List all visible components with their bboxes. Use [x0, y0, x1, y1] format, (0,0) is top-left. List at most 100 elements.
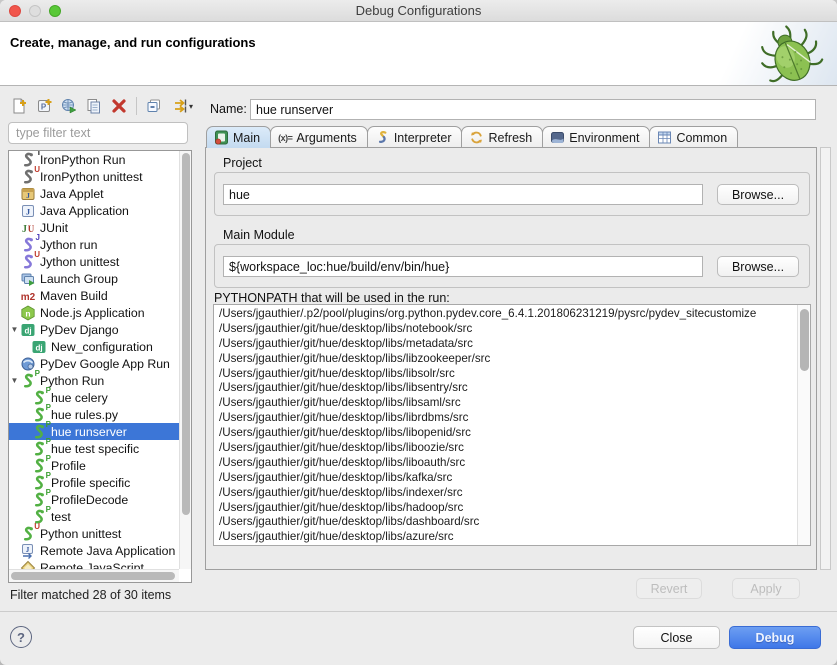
tab-refresh[interactable]: Refresh	[461, 126, 543, 148]
svg-text:J: J	[22, 224, 27, 235]
tree-item-pydev-django[interactable]: ▼djPyDev Django	[9, 321, 179, 338]
tree-item-java-application[interactable]: JJava Application	[9, 202, 179, 219]
project-browse-button[interactable]: Browse...	[717, 184, 799, 205]
python-green-icon: P	[31, 475, 47, 491]
tree-vertical-scrollbar[interactable]	[179, 151, 191, 569]
python-green-icon: P	[31, 407, 47, 423]
tree-item-node-js-application[interactable]: nNode.js Application	[9, 304, 179, 321]
pythonpath-entry[interactable]: /Users/jgauthier/git/hue/desktop/libs/no…	[214, 321, 797, 336]
tree-item-profile-specific[interactable]: PProfile specific	[9, 474, 179, 491]
tree-item-python-unittest[interactable]: UPython unittest	[9, 525, 179, 542]
tree-item-remote-java-application[interactable]: JRemote Java Application	[9, 542, 179, 559]
svg-text:n: n	[25, 308, 30, 318]
django-icon: dj	[31, 339, 47, 355]
toolbar-separator	[136, 97, 137, 115]
tree-item-java-applet[interactable]: JJava Applet	[9, 185, 179, 202]
svg-text:U: U	[28, 224, 35, 234]
new-configuration-button[interactable]	[8, 96, 30, 117]
tree-item-hue-celery[interactable]: Phue celery	[9, 389, 179, 406]
header-title: Create, manage, and run configurations	[10, 35, 256, 50]
tree-item-hue-rules-py[interactable]: Phue rules.py	[9, 406, 179, 423]
filter-input[interactable]	[8, 122, 188, 144]
expand-arrow-icon[interactable]: ▼	[9, 325, 20, 334]
configurations-toolbar: P▾	[8, 94, 198, 118]
pythonpath-entry[interactable]: /Users/jgauthier/git/hue/desktop/libs/da…	[214, 514, 797, 529]
delete-button[interactable]	[108, 96, 130, 117]
filter-status: Filter matched 28 of 30 items	[10, 588, 171, 602]
name-input[interactable]	[250, 99, 816, 120]
tab-environment[interactable]: Environment	[542, 126, 650, 148]
pythonpath-entry[interactable]: /Users/jgauthier/git/hue/desktop/libs/li…	[214, 410, 797, 425]
apply-button[interactable]: Apply	[732, 578, 800, 599]
java-applet-icon: J	[20, 186, 36, 202]
pythonpath-entry[interactable]: /Users/jgauthier/git/hue/desktop/libs/ha…	[214, 500, 797, 515]
pythonpath-list: /Users/jgauthier/.p2/pool/plugins/org.py…	[213, 304, 811, 546]
tree-item-launch-group[interactable]: Launch Group	[9, 270, 179, 287]
tab-interpreter[interactable]: Interpreter	[367, 126, 463, 148]
pythonpath-entry[interactable]: /Users/jgauthier/git/hue/desktop/libs/li…	[214, 351, 797, 366]
pythonpath-entry[interactable]: /Users/jgauthier/git/hue/desktop/libs/li…	[214, 366, 797, 381]
svg-text:m2: m2	[21, 292, 36, 303]
python-green-icon: P	[31, 492, 47, 508]
tree-item-new-configuration[interactable]: djNew_configuration	[9, 338, 179, 355]
python-green-icon: P	[31, 390, 47, 406]
pythonpath-entry[interactable]: /Users/jgauthier/git/hue/desktop/libs/li…	[214, 380, 797, 395]
django-icon: dj	[20, 322, 36, 338]
expand-arrow-icon[interactable]: ▼	[9, 376, 20, 385]
common-tab-icon	[657, 130, 672, 145]
pythonpath-scrollbar[interactable]	[797, 305, 810, 545]
pythonpath-entry[interactable]: /Users/jgauthier/git/hue/desktop/libs/li…	[214, 440, 797, 455]
collapse-all-button[interactable]	[143, 96, 165, 117]
pythonpath-entry[interactable]: /Users/jgauthier/git/hue/desktop/libs/li…	[214, 425, 797, 440]
new-prototype-button[interactable]: P	[33, 96, 55, 117]
titlebar[interactable]: Debug Configurations	[0, 0, 837, 22]
svg-text:J: J	[26, 191, 30, 200]
junit-icon: JU	[20, 220, 36, 236]
tree-item-hue-test-specific[interactable]: Phue test specific	[9, 440, 179, 457]
pythonpath-entry[interactable]: /Users/jgauthier/git/hue/desktop/libs/ka…	[214, 470, 797, 485]
tab-arguments[interactable]: (x)=Arguments	[270, 126, 368, 148]
pythonpath-entry[interactable]: /Users/jgauthier/git/hue/desktop/libs/li…	[214, 455, 797, 470]
tree-item-python-run[interactable]: ▼PPython Run	[9, 372, 179, 389]
tree-item-ironpython-unittest[interactable]: UIronPython unittest	[9, 168, 179, 185]
config-tabs: Main(x)=ArgumentsInterpreterRefreshEnvir…	[206, 125, 737, 148]
python-green-icon: P	[31, 441, 47, 457]
tree-item-remote-javascript[interactable]: Remote JavaScript	[9, 559, 179, 569]
filter-menu-button[interactable]: ▾	[168, 96, 198, 117]
tree-item-profile[interactable]: PProfile	[9, 457, 179, 474]
project-group: Project Browse...	[214, 172, 810, 216]
help-button[interactable]: ?	[10, 626, 32, 648]
tree-item-hue-runserver[interactable]: Phue runserver	[9, 423, 179, 440]
pythonpath-entry[interactable]: /Users/jgauthier/git/hue/desktop/libs/li…	[214, 395, 797, 410]
tab-main[interactable]: Main	[206, 126, 271, 148]
debug-button[interactable]: Debug	[729, 626, 821, 649]
main-module-input[interactable]	[223, 256, 703, 277]
tree-item-junit[interactable]: JUJUnit	[9, 219, 179, 236]
duplicate-button[interactable]	[83, 96, 105, 117]
pythonpath-entry[interactable]: /Users/jgauthier/git/hue/desktop/libs/az…	[214, 529, 797, 544]
arguments-tab-icon: (x)=	[278, 133, 292, 143]
svg-text:P: P	[41, 103, 47, 112]
name-label: Name:	[210, 102, 247, 116]
tree-item-jython-unittest[interactable]: UJython unittest	[9, 253, 179, 270]
tab-common[interactable]: Common	[649, 126, 738, 148]
project-input[interactable]	[223, 184, 703, 205]
refresh-tab-icon	[469, 130, 484, 145]
tree-horizontal-scrollbar[interactable]	[9, 569, 179, 582]
close-button[interactable]: Close	[633, 626, 720, 649]
python-green-icon: P	[20, 373, 36, 389]
tab-content-scrollbar-track[interactable]	[820, 147, 831, 570]
tree-item-profiledecode[interactable]: PProfileDecode	[9, 491, 179, 508]
environment-tab-icon	[550, 130, 565, 145]
pythonpath-entry[interactable]: /Users/jgauthier/git/hue/desktop/libs/in…	[214, 485, 797, 500]
main-module-browse-button[interactable]: Browse...	[717, 256, 799, 277]
pythonpath-entry[interactable]: /Users/jgauthier/git/hue/desktop/libs/me…	[214, 336, 797, 351]
revert-button[interactable]: Revert	[636, 578, 702, 599]
tree-item-maven-build[interactable]: m2Maven Build	[9, 287, 179, 304]
python-green-icon: P	[31, 458, 47, 474]
svg-text:dj: dj	[35, 343, 42, 352]
google-app-icon	[20, 356, 36, 372]
pythonpath-entry[interactable]: /Users/jgauthier/.p2/pool/plugins/org.py…	[214, 306, 797, 321]
nodejs-icon: n	[20, 305, 36, 321]
export-configurations-button[interactable]	[58, 96, 80, 117]
